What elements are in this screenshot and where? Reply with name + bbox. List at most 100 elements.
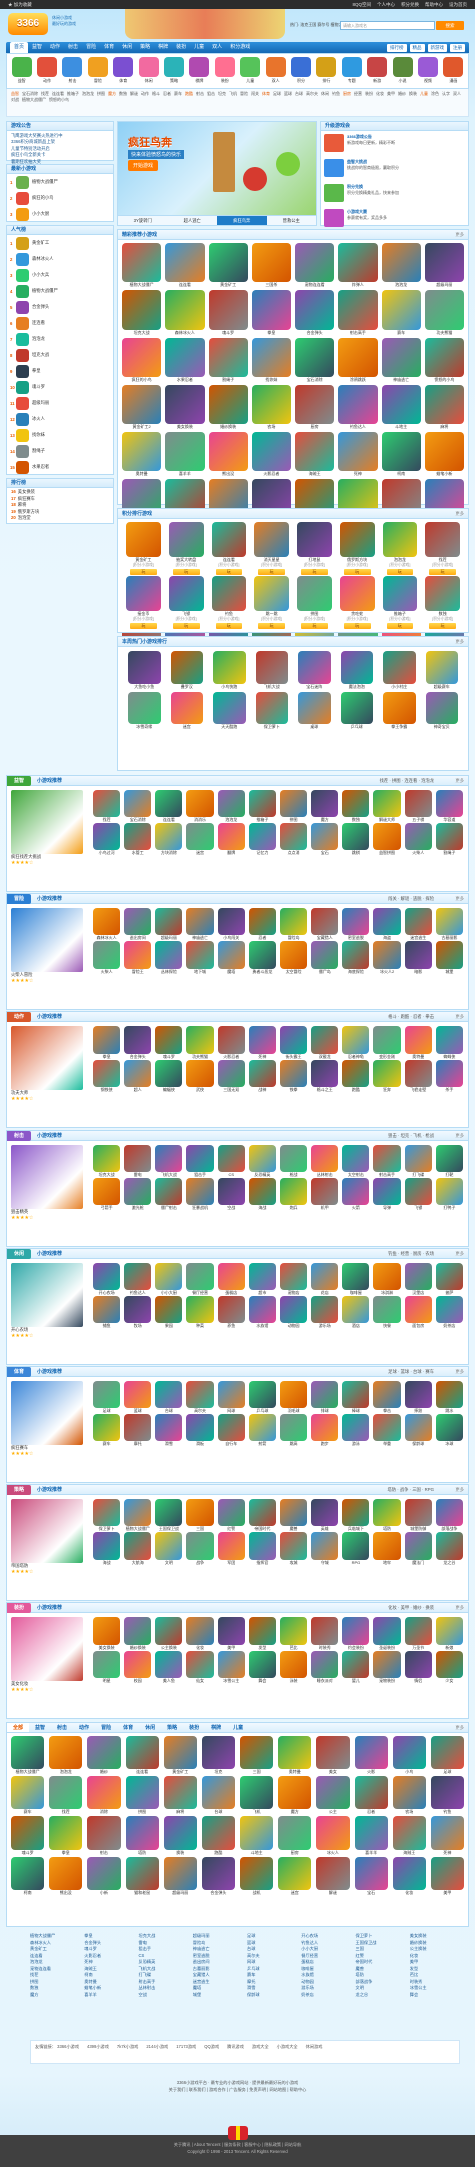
section-more-link[interactable]: 更多 xyxy=(455,776,464,786)
game-tile[interactable]: 滑雪 xyxy=(155,1414,183,1447)
game-thumbnail-icon[interactable] xyxy=(217,1144,245,1172)
game-thumbnail-icon[interactable] xyxy=(155,1144,183,1172)
game-title[interactable]: 捕鱼 xyxy=(93,1323,120,1329)
tag-link[interactable]: 动作 xyxy=(141,91,149,96)
game-tile[interactable]: 羽毛球 xyxy=(279,1381,308,1414)
game-title[interactable]: 找你妹 xyxy=(32,432,45,438)
game-tile[interactable]: 蜘蛛侠 xyxy=(435,1026,463,1059)
game-thumbnail-icon[interactable] xyxy=(124,1295,152,1324)
game-thumbnail-icon[interactable] xyxy=(342,1499,370,1527)
section-more-link[interactable]: 更多 xyxy=(455,1367,464,1377)
game-tile[interactable]: 圣诞装扮 xyxy=(373,1617,401,1650)
game-thumbnail-icon[interactable] xyxy=(297,575,332,611)
game-thumbnail-icon[interactable] xyxy=(278,1816,312,1850)
game-title[interactable]: 养鱼 xyxy=(218,1323,245,1329)
game-title[interactable]: 睡衣派对 xyxy=(311,1678,338,1684)
game-thumbnail-icon[interactable] xyxy=(255,691,288,724)
gift-icon[interactable] xyxy=(228,2126,248,2140)
game-title[interactable]: 火影 xyxy=(355,1769,388,1775)
game-thumbnail-icon[interactable] xyxy=(251,290,291,330)
game-thumbnail-icon[interactable] xyxy=(155,1617,183,1645)
game-tile[interactable]: 果园 xyxy=(155,1295,183,1329)
game-tile[interactable]: 超市 xyxy=(248,1262,276,1296)
game-title[interactable]: 飞檐走壁 xyxy=(405,1087,432,1093)
category-icon[interactable] xyxy=(392,57,413,77)
game-title[interactable]: 美甲 xyxy=(431,1890,464,1896)
game-tile[interactable]: 地牢 xyxy=(373,1532,401,1565)
game-tile[interactable]: 宠物连连看 xyxy=(295,243,335,288)
game-tile[interactable]: 火影 xyxy=(354,1736,388,1775)
game-tile[interactable]: 战机 xyxy=(240,1856,274,1896)
game-thumbnail-icon[interactable] xyxy=(392,1776,426,1810)
game-tile[interactable]: 坦克大战 xyxy=(122,290,162,335)
category-shortcut[interactable]: 动作 xyxy=(36,57,58,85)
category-icon[interactable] xyxy=(214,57,235,77)
game-tile[interactable]: 狙击手 xyxy=(186,1144,214,1178)
game-thumbnail-icon[interactable] xyxy=(93,823,121,851)
game-title[interactable]: 钓鱼达人 xyxy=(338,424,377,430)
game-thumbnail-icon[interactable] xyxy=(201,1736,235,1770)
game-thumbnail-icon[interactable] xyxy=(381,432,421,472)
game-tile[interactable]: 打飞碟 xyxy=(404,1144,432,1178)
game-tile[interactable]: 勇者斗恶龙 xyxy=(248,941,276,974)
rank-row[interactable]: 8 坦克大战 xyxy=(7,347,113,363)
game-tile[interactable]: 忍者 xyxy=(248,908,276,941)
game-thumbnail-icon[interactable] xyxy=(163,1816,197,1850)
game-tile[interactable]: 狂暴战机 xyxy=(186,1177,214,1211)
game-tile[interactable]: 自行车 xyxy=(217,1414,245,1447)
tag-link[interactable]: 换装 xyxy=(409,91,417,96)
game-thumbnail-icon[interactable] xyxy=(311,1295,339,1324)
game-tile[interactable]: 飞机 xyxy=(240,1776,274,1815)
friend-link[interactable]: 17173游戏 xyxy=(176,2044,196,2049)
nav-item[interactable]: 策略 xyxy=(136,42,154,53)
game-thumbnail-icon[interactable] xyxy=(279,1177,308,1205)
game-thumbnail-icon[interactable] xyxy=(155,1026,183,1054)
game-thumbnail-icon[interactable] xyxy=(93,1177,121,1205)
game-thumbnail-icon[interactable] xyxy=(208,337,248,377)
new-game-row[interactable]: 1 植物大战僵尸 xyxy=(7,174,113,190)
game-thumbnail-icon[interactable] xyxy=(155,941,183,969)
game-tile[interactable]: 大鱼吃小鱼 xyxy=(128,651,161,690)
game-thumbnail-icon[interactable] xyxy=(404,1177,432,1205)
game-thumbnail-icon[interactable] xyxy=(240,1816,274,1850)
friend-link[interactable]: 4399小游戏 xyxy=(87,2044,109,2049)
game-thumbnail-icon[interactable] xyxy=(342,941,370,969)
game-tile[interactable]: 狂奔 xyxy=(373,1059,401,1093)
game-title[interactable]: 泡泡龙 xyxy=(382,282,421,288)
game-tile[interactable]: 厨房 xyxy=(278,1816,312,1855)
game-tile[interactable]: 飞镖 [积分小游戏] 玩 xyxy=(168,575,204,629)
game-thumbnail-icon[interactable] xyxy=(279,1026,308,1054)
game-thumbnail-icon[interactable] xyxy=(279,1262,308,1290)
game-tile[interactable]: 海底探险 xyxy=(342,941,370,974)
nav-item[interactable]: 双人 xyxy=(208,42,226,53)
game-thumbnail-icon[interactable] xyxy=(124,1144,152,1172)
game-title[interactable]: 点点消 xyxy=(280,850,307,856)
game-title[interactable]: 合金弹头 xyxy=(295,330,334,336)
friend-link[interactable]: 游戏大全 xyxy=(252,2044,269,2049)
game-thumbnail-icon[interactable] xyxy=(435,1532,463,1560)
game-thumbnail-icon[interactable] xyxy=(155,1262,183,1290)
game-thumbnail-icon[interactable] xyxy=(155,1414,183,1442)
game-thumbnail-icon[interactable] xyxy=(248,1144,276,1172)
game-tile[interactable]: 魔方 xyxy=(311,790,339,823)
game-tile[interactable]: 射击 xyxy=(87,1816,121,1855)
game-tile[interactable]: 红警 xyxy=(217,1499,245,1532)
game-title[interactable]: 大鱼吃小鱼 xyxy=(128,684,161,690)
game-title[interactable]: 魂斗罗 xyxy=(11,1850,44,1856)
game-title[interactable]: 战争 xyxy=(186,1560,213,1566)
game-title[interactable]: 宠物装扮 xyxy=(373,1678,400,1684)
game-tile[interactable]: 钓鱼 xyxy=(430,1776,464,1815)
game-tile[interactable]: 冰火人2 xyxy=(373,941,401,974)
game-tile[interactable]: 黄金矿工 xyxy=(208,243,248,288)
game-tile[interactable]: 弓箭手 xyxy=(93,1177,121,1211)
game-title[interactable]: 跑步 xyxy=(311,1441,338,1447)
game-title[interactable]: 火箭 xyxy=(342,1205,369,1211)
tag-link[interactable]: 解谜 xyxy=(130,91,138,96)
game-title[interactable]: 叠罗汉 xyxy=(171,684,204,690)
game-tile[interactable]: 冰球 xyxy=(435,1414,463,1447)
game-thumbnail-icon[interactable] xyxy=(342,823,370,851)
game-tile[interactable]: 餐厅经营 xyxy=(186,1262,214,1296)
game-thumbnail-icon[interactable] xyxy=(342,1414,370,1442)
game-tile[interactable]: 宝藏猎人 xyxy=(311,908,339,941)
site-logo[interactable]: 3366 xyxy=(8,13,48,35)
